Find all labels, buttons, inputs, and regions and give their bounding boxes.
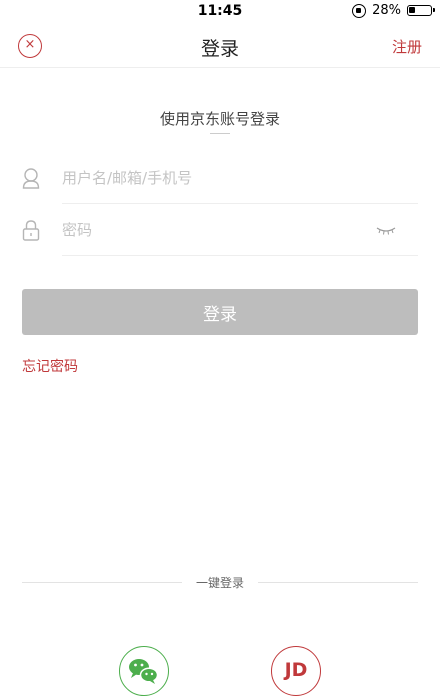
eye-closed-icon[interactable]	[376, 225, 396, 237]
quick-login-divider: 一键登录	[22, 574, 418, 590]
lock-rotation-icon	[352, 3, 367, 18]
username-row	[0, 153, 440, 205]
battery-percent: 28%	[372, 3, 401, 18]
register-link[interactable]: 注册	[392, 36, 422, 57]
page-title: 登录	[200, 38, 239, 60]
wechat-icon	[129, 659, 159, 684]
login-button[interactable]: 登录	[22, 289, 418, 335]
wechat-login-button[interactable]	[119, 646, 169, 696]
password-row	[0, 205, 440, 257]
divider-line-right	[258, 582, 418, 583]
forgot-password-link[interactable]: 忘记密码	[22, 356, 78, 376]
battery-icon	[407, 5, 435, 16]
heading-underline	[210, 133, 230, 134]
lock-icon	[22, 220, 40, 241]
login-heading: 使用京东账号登录	[159, 110, 280, 128]
status-right: 28%	[352, 3, 435, 18]
username-input[interactable]	[62, 153, 418, 204]
user-icon	[22, 168, 40, 189]
nav-bar: × 登录 注册	[0, 22, 440, 68]
password-input[interactable]	[62, 205, 418, 256]
status-bar: 11:45 28%	[0, 0, 440, 22]
jd-login-button[interactable]: JD	[271, 646, 321, 696]
